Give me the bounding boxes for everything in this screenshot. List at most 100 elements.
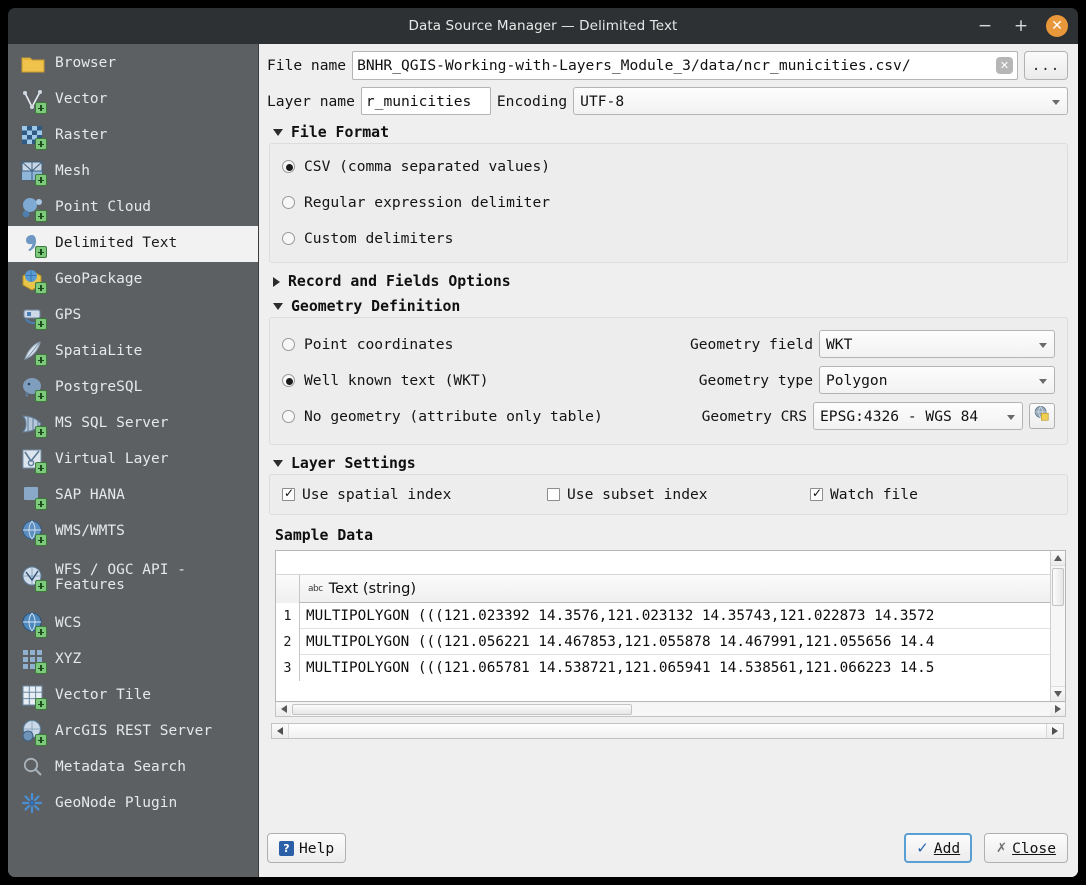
sidebar-item-raster[interactable]: Raster <box>8 118 258 154</box>
sidebar-item-geopackage[interactable]: GeoPackage <box>8 262 258 298</box>
radio-csv[interactable]: CSV (comma separated values) <box>282 148 1055 184</box>
table-horizontal-scrollbar[interactable] <box>275 702 1066 717</box>
sidebar-item-ms-sql-server[interactable]: MS SQL Server <box>8 406 258 442</box>
sidebar-item-virtual-layer[interactable]: Virtual Layer <box>8 442 258 478</box>
sample-data-table[interactable]: abc Text (string) 1 MULTIPOLYGON (((121.… <box>275 550 1066 702</box>
encoding-select[interactable]: UTF-8 <box>573 87 1068 115</box>
sidebar-item-xyz[interactable]: XYZ <box>8 642 258 678</box>
wms-wmts-icon <box>20 519 46 545</box>
browse-file-button[interactable]: ... <box>1024 51 1068 80</box>
encoding-value: UTF-8 <box>580 93 624 110</box>
file-format-header[interactable]: File Format <box>273 124 1068 141</box>
add-badge-icon <box>35 174 47 186</box>
add-button[interactable]: ✓ Add <box>904 833 972 863</box>
checkbox-label: Watch file <box>830 486 918 503</box>
maximize-button[interactable]: + <box>1010 15 1032 37</box>
sidebar-item-label: Mesh <box>55 164 90 179</box>
close-button[interactable]: ✗ Close <box>984 833 1068 863</box>
sidebar-item-gps[interactable]: GPS <box>8 298 258 334</box>
sidebar-item-arcgis-rest-server[interactable]: ArcGIS REST Server <box>8 714 258 750</box>
file-name-input[interactable]: /BNHR_QGIS-Working-with-Layers_Module_3/… <box>352 51 1018 80</box>
sidebar-item-postgresql[interactable]: PostgreSQL <box>8 370 258 406</box>
geometry-type-select[interactable]: Polygon <box>819 366 1055 394</box>
spatialite-icon <box>20 339 46 365</box>
sidebar-item-vector-tile[interactable]: Vector Tile <box>8 678 258 714</box>
sidebar-item-spatialite[interactable]: SpatiaLite <box>8 334 258 370</box>
select-crs-button[interactable] <box>1029 403 1055 429</box>
sidebar-item-point-cloud[interactable]: Point Cloud <box>8 190 258 226</box>
sidebar-item-label: Virtual Layer <box>55 452 169 467</box>
table-hscroll-track[interactable] <box>291 703 1050 716</box>
radio-custom-delimiters[interactable]: Custom delimiters <box>282 220 1055 256</box>
sidebar-item-mesh[interactable]: Mesh <box>8 154 258 190</box>
radio-well-known-text[interactable]: Well known text (WKT) <box>282 362 667 398</box>
scroll-right-icon[interactable] <box>1050 703 1065 716</box>
checkbox-watch-file[interactable]: Watch file <box>810 486 918 503</box>
radio-point-coordinates[interactable]: Point coordinates <box>282 326 667 362</box>
radio-button-icon <box>282 374 295 387</box>
radio-no-geometry[interactable]: No geometry (attribute only table) <box>282 398 667 434</box>
scroll-down-icon[interactable] <box>1051 686 1065 701</box>
radio-regex-delimiter[interactable]: Regular expression delimiter <box>282 184 1055 220</box>
sidebar-item-vector[interactable]: Vector <box>8 82 258 118</box>
wcs-icon <box>20 611 46 637</box>
layer-settings-header[interactable]: Layer Settings <box>273 455 1068 472</box>
close-window-button[interactable]: ✕ <box>1046 15 1068 37</box>
geometry-definition-header[interactable]: Geometry Definition <box>273 298 1068 315</box>
table-row[interactable]: 2 MULTIPOLYGON (((121.056221 14.467853,1… <box>276 629 1050 655</box>
layer-name-value: r_municities <box>366 93 471 110</box>
add-badge-icon <box>35 138 47 150</box>
record-fields-options-header[interactable]: Record and Fields Options <box>273 273 1068 290</box>
layer-name-input[interactable]: r_municities <box>361 87 491 115</box>
geometry-field-select[interactable]: WKT <box>819 330 1055 358</box>
radio-label: CSV (comma separated values) <box>304 158 550 175</box>
sidebar-item-browser[interactable]: Browser <box>8 46 258 82</box>
sidebar-item-wcs[interactable]: WCS <box>8 606 258 642</box>
scroll-up-icon[interactable] <box>1051 551 1065 566</box>
checkbox-use-subset-index[interactable]: Use subset index <box>547 486 810 503</box>
geometry-crs-select[interactable]: EPSG:4326 - WGS 84 <box>813 402 1023 430</box>
sidebar-item-metadata-search[interactable]: Metadata Search <box>8 750 258 786</box>
scroll-left-icon[interactable] <box>276 703 291 716</box>
row-number: 3 <box>276 655 300 681</box>
layer-name-row: Layer name r_municities Encoding UTF-8 <box>267 87 1068 115</box>
add-badge-icon <box>35 210 47 222</box>
panel-scroll-left-icon[interactable] <box>272 724 288 738</box>
xyz-icon <box>20 647 46 673</box>
help-button-label: Help <box>299 840 334 857</box>
sidebar-item-wfs-ogc-api-features[interactable]: WFS / OGC API - Features <box>8 550 258 606</box>
column-header-text[interactable]: abc Text (string) <box>300 580 416 597</box>
row-number: 2 <box>276 629 300 655</box>
table-scroll-track[interactable] <box>1051 566 1065 686</box>
clear-file-name-icon[interactable]: ✕ <box>996 57 1013 74</box>
panel-horizontal-scrollbar[interactable] <box>271 723 1064 739</box>
add-badge-icon <box>35 462 47 474</box>
vector-tile-icon <box>20 683 46 709</box>
add-badge-icon <box>35 390 47 402</box>
help-button[interactable]: ? Help <box>267 833 346 863</box>
sidebar-item-label: GeoPackage <box>55 272 142 287</box>
table-scroll-thumb[interactable] <box>1052 568 1064 606</box>
file-format-title: File Format <box>291 124 389 141</box>
sidebar-item-sap-hana[interactable]: SAP HANA <box>8 478 258 514</box>
window-body: Browser Vector Raster <box>8 44 1078 877</box>
minimize-button[interactable]: − <box>974 15 996 37</box>
sidebar-item-label: GPS <box>55 308 81 323</box>
table-hscroll-thumb[interactable] <box>292 704 632 715</box>
raster-icon <box>20 123 46 149</box>
checkbox-use-spatial-index[interactable]: Use spatial index <box>282 486 547 503</box>
source-type-sidebar[interactable]: Browser Vector Raster <box>8 44 258 877</box>
table-vertical-scrollbar[interactable] <box>1050 551 1065 701</box>
file-name-label: File name <box>267 57 346 74</box>
panel-scroll-track[interactable] <box>288 724 1047 738</box>
sidebar-item-geonode-plugin[interactable]: GeoNode Plugin <box>8 786 258 822</box>
sidebar-item-delimited-text[interactable]: Delimited Text <box>8 226 258 262</box>
add-badge-icon <box>35 318 47 330</box>
layer-settings-title: Layer Settings <box>291 455 416 472</box>
sidebar-item-wms-wmts[interactable]: WMS/WMTS <box>8 514 258 550</box>
panel-scroll-right-icon[interactable] <box>1047 724 1063 738</box>
table-row[interactable]: 1 MULTIPOLYGON (((121.023392 14.3576,121… <box>276 603 1050 629</box>
geometry-field-label: Geometry field <box>667 336 813 353</box>
table-row[interactable]: 3 MULTIPOLYGON (((121.065781 14.538721,1… <box>276 655 1050 681</box>
add-badge-icon <box>35 498 47 510</box>
